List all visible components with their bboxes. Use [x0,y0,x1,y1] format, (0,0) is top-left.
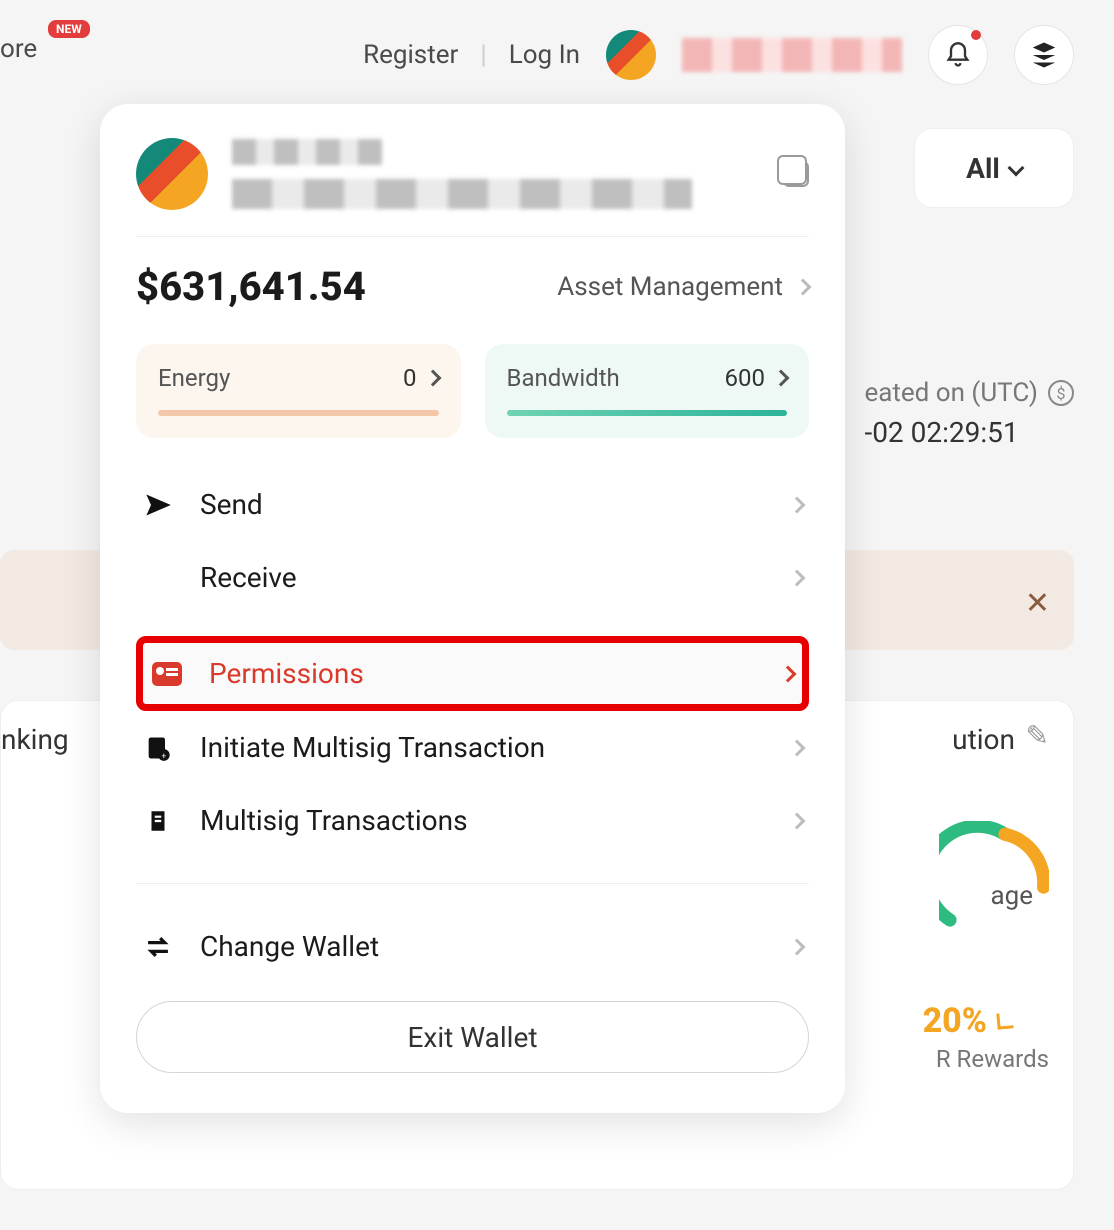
wallet-dropdown-panel: $631,641.54 Asset Management Energy 0 Ba… [100,104,845,1113]
refresh-circle-icon[interactable]: $ [1048,380,1074,406]
menu-initiate-multisig-label: Initiate Multisig Transaction [200,731,545,764]
account-header [136,138,809,210]
menu-permissions-label: Permissions [209,657,364,690]
header-avatar[interactable] [606,30,656,80]
asset-management-link[interactable]: Asset Management [557,272,809,302]
bg-left-text: nking [1,723,69,756]
energy-value: 0 [403,364,417,392]
menu-change-wallet[interactable]: Change Wallet [136,910,809,983]
asset-management-label: Asset Management [557,272,783,302]
balance-row: $631,641.54 Asset Management [136,263,809,310]
energy-bar [158,410,439,416]
menu-receive-label: Receive [200,561,297,594]
notifications-button[interactable] [928,25,988,85]
menu-change-wallet-label: Change Wallet [200,930,379,963]
account-address-redacted [232,179,692,209]
divider [136,236,809,237]
chevron-right-icon [424,370,441,387]
exit-wallet-label: Exit Wallet [408,1021,538,1054]
new-badge: NEW [48,20,90,38]
energy-card[interactable]: Energy 0 [136,344,461,438]
account-avatar [136,138,208,210]
menu-send[interactable]: Send [136,468,809,541]
created-on-value: -02 02:29:51 [864,416,1074,449]
top-bar: ore NEW Register | Log In [0,0,1114,110]
auth-links: Register | Log In [363,40,580,70]
send-icon [142,491,174,519]
chevron-right-icon [795,278,812,295]
stack-icon [1029,40,1059,70]
bg-right-text: ution [952,723,1015,756]
filter-all-dropdown[interactable]: All [914,128,1074,208]
arrow-down-left-icon [996,1012,1013,1029]
bandwidth-card[interactable]: Bandwidth 600 [485,344,810,438]
percentage-value: 20% [923,1001,1013,1041]
swap-icon [142,936,174,958]
header-account-name-redacted [682,38,902,72]
menu-initiate-multisig[interactable]: + Initiate Multisig Transaction [136,711,809,784]
nav-more-link[interactable]: ore [0,34,37,64]
copy-address-icon[interactable] [783,161,809,187]
register-link[interactable]: Register [363,40,458,70]
filter-all-label: All [966,152,1000,185]
divider [136,883,809,884]
menu-multisig-tx-label: Multisig Transactions [200,804,468,837]
gauge-chart [939,821,1049,931]
menu-receive[interactable]: Receive [136,541,809,614]
library-button[interactable] [1014,25,1074,85]
multisig-tx-icon [142,808,174,834]
chevron-right-icon [789,739,806,756]
gauge-label: age [990,881,1033,911]
balance-amount: $631,641.54 [136,263,366,310]
exit-wallet-button[interactable]: Exit Wallet [136,1001,809,1073]
menu-permissions[interactable]: Permissions [136,636,809,711]
bandwidth-value: 600 [725,364,765,392]
menu-multisig-transactions[interactable]: Multisig Transactions [136,784,809,857]
chevron-right-icon [789,938,806,955]
permissions-icon [151,662,183,686]
login-link[interactable]: Log In [509,40,580,70]
chevron-right-icon [773,370,790,387]
menu-send-label: Send [200,488,263,521]
close-icon[interactable]: ✕ [1025,586,1050,621]
chevron-right-icon [789,569,806,586]
initiate-multisig-icon: + [142,734,174,762]
resource-stats: Energy 0 Bandwidth 600 [136,344,809,438]
bandwidth-label: Bandwidth [507,364,620,392]
created-on-meta: eated on (UTC) $ -02 02:29:51 [864,378,1074,449]
chevron-right-icon [789,812,806,829]
wallet-menu: Send Receive Permissions + Initiate Mult… [136,468,809,1073]
rewards-text: R Rewards [936,1045,1049,1073]
receive-icon [142,565,174,591]
energy-label: Energy [158,364,230,392]
created-on-label: eated on (UTC) [864,378,1038,408]
svg-text:+: + [162,750,167,760]
chevron-down-icon [1007,160,1024,177]
chevron-right-icon [789,496,806,513]
chevron-right-icon [780,665,797,682]
bandwidth-bar [507,410,788,416]
bell-icon [944,41,972,69]
account-name-redacted [232,139,382,165]
auth-separator: | [480,40,486,70]
edit-icon[interactable]: ✎ [1026,719,1049,752]
